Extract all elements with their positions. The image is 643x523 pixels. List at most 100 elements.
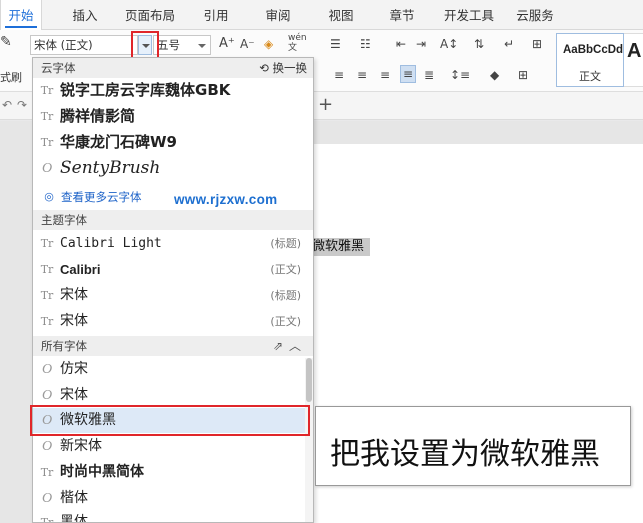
instruction-callout: 把我设置为微软雅黑 [315, 406, 631, 486]
align-left-icon[interactable]: ≡ [334, 67, 344, 83]
truetype-icon: Tr [40, 110, 54, 123]
font-item-label: 楷体 [60, 490, 88, 506]
truetype-icon: Tr [40, 84, 54, 97]
font-item-label: 时尚中黑简体 [60, 464, 144, 480]
tab-references[interactable]: 引用 [196, 0, 236, 30]
style-normal[interactable]: AaBbCcDd 正文 [556, 33, 624, 87]
font-name-combo[interactable]: 宋体 (正文) [30, 35, 138, 55]
format-painter-label: 式刷 [0, 71, 22, 84]
truetype-icon: Tr [40, 315, 54, 328]
font-item-label: 新宋体 [60, 438, 102, 454]
align-right-icon[interactable]: ≡ [380, 67, 390, 83]
truetype-icon: Tr [40, 237, 54, 250]
font-item-cloud-2[interactable]: Tr 腾祥倩影简 [33, 104, 305, 129]
font-role-tag: (正文) [270, 315, 301, 328]
font-item-theme-4[interactable]: Tr 宋体 (正文) [33, 309, 305, 334]
all-fonts-header: 所有字体 ⇗︿ [33, 336, 313, 356]
font-item-label: 宋体 [60, 287, 88, 303]
clear-format-icon[interactable]: ◈ [264, 36, 273, 52]
border-icon[interactable]: ⊞ [518, 67, 528, 83]
all-fonts-title: 所有字体 [41, 339, 87, 353]
selected-document-text[interactable]: 微软雅黑 [310, 238, 371, 256]
style-heading[interactable]: A [624, 33, 643, 87]
style-name: 正文 [579, 70, 601, 83]
style-sample: AaBbCcDd [563, 44, 624, 56]
font-role-tag: (标题) [270, 289, 301, 302]
tab-review[interactable]: 审阅 [258, 0, 298, 30]
refresh-fonts-label: 换一换 [272, 61, 308, 75]
font-item-all-5[interactable]: Tr 时尚中黑简体 [33, 460, 305, 485]
shrink-font-icon[interactable]: A⁻ [240, 36, 255, 52]
truetype-icon: Tr [40, 263, 54, 276]
table-icon[interactable]: ⊞ [532, 36, 542, 52]
opentype-icon: O [41, 161, 53, 176]
cloud-fonts-title: 云字体 [41, 61, 76, 75]
font-item-all-7[interactable]: Tr 黑体 [33, 510, 305, 523]
font-item-label: 华康龙门石碑W9 [60, 133, 177, 151]
paragraph-mark-icon[interactable]: ↵ [504, 36, 514, 52]
tab-insert[interactable]: 插入 [64, 0, 106, 30]
tab-chapter[interactable]: 章节 [382, 0, 422, 30]
selected-font-highlight [30, 405, 310, 436]
justify-icon[interactable]: ≡ [400, 65, 417, 83]
font-dropdown-panel: 云字体 ⟲ 换一换 Tr 锐字工房云字库魏体GBK Tr 腾祥倩影简 Tr 华康… [32, 57, 314, 523]
font-item-label: 腾祥倩影简 [60, 107, 136, 125]
tab-developer[interactable]: 开发工具 [440, 0, 498, 30]
font-item-label: 黑体 [60, 514, 88, 523]
collapse-section-icon[interactable]: ⇗︿ [273, 336, 307, 356]
font-item-all-6[interactable]: O 楷体 [33, 486, 305, 511]
opentype-icon: O [41, 362, 53, 377]
distributed-align-icon[interactable]: ≣ [424, 67, 434, 83]
font-item-label: Calibri [60, 262, 101, 277]
opentype-icon: O [41, 491, 53, 506]
menu-bar: 开始 插入 页面布局 引用 审阅 视图 章节 开发工具 云服务 [0, 0, 643, 31]
tab-cloud-service[interactable]: 云服务 [512, 0, 558, 30]
shading-icon[interactable]: ◆ [490, 67, 499, 83]
style-sample-heading: A [627, 40, 642, 62]
more-cloud-fonts-link[interactable]: 查看更多云字体 [61, 189, 142, 205]
new-tab-icon[interactable]: + [318, 95, 333, 115]
font-item-all-1[interactable]: O 仿宋 [33, 357, 305, 382]
font-item-label: Calibri Light [60, 236, 162, 251]
font-item-theme-3[interactable]: Tr 宋体 (标题) [33, 283, 305, 308]
font-item-cloud-3[interactable]: Tr 华康龙门石碑W9 [33, 130, 305, 155]
sort-icon[interactable]: ⇅ [474, 36, 484, 52]
pinyin-guide-icon[interactable]: wén 文 [288, 33, 307, 53]
bullet-list-icon[interactable]: ☰ [330, 36, 341, 52]
font-role-tag: (正文) [270, 263, 301, 276]
truetype-icon: Tr [40, 136, 54, 149]
font-item-label: 仿宋 [60, 361, 88, 377]
align-center-icon[interactable]: ≡ [357, 67, 367, 83]
font-size-combo[interactable]: 五号 [153, 35, 211, 55]
line-spacing-icon[interactable]: ↕≡ [450, 67, 470, 83]
font-item-all-4[interactable]: O 新宋体 [33, 434, 305, 459]
more-fonts-icon: ◎ [44, 191, 54, 203]
font-list-scroll-thumb[interactable] [306, 358, 312, 402]
truetype-icon: Tr [40, 516, 54, 523]
grow-font-icon[interactable]: A⁺ [219, 36, 235, 52]
increase-indent-icon[interactable]: ⇥ [416, 36, 426, 52]
text-direction-icon[interactable]: A↕ [440, 36, 458, 52]
callout-text: 把我设置为微软雅黑 [330, 437, 600, 472]
numbered-list-icon[interactable]: ☷ [360, 36, 371, 52]
font-role-tag: (标题) [270, 237, 301, 250]
decrease-indent-icon[interactable]: ⇤ [396, 36, 406, 52]
font-item-cloud-1[interactable]: Tr 锐字工房云字库魏体GBK [33, 78, 305, 103]
refresh-fonts-button[interactable]: ⟲ 换一换 [259, 58, 307, 78]
tab-page-layout[interactable]: 页面布局 [120, 0, 180, 30]
tab-start[interactable]: 开始 [0, 0, 42, 31]
format-painter-icon[interactable]: ✎ [0, 34, 12, 50]
truetype-icon: Tr [40, 466, 54, 479]
font-item-theme-1[interactable]: Tr Calibri Light (标题) [33, 231, 305, 256]
font-item-cloud-4[interactable]: O SentyBrush [33, 156, 305, 181]
redo-icon[interactable]: ↷ [17, 98, 27, 112]
undo-icon[interactable]: ↶ [2, 98, 12, 112]
cloud-fonts-header: 云字体 ⟲ 换一换 [33, 58, 313, 78]
watermark: www.rjzxw.com [174, 192, 278, 207]
opentype-icon: O [41, 439, 53, 454]
font-item-label: 宋体 [60, 313, 88, 329]
font-item-theme-2[interactable]: Tr Calibri (正文) [33, 257, 305, 282]
tab-view[interactable]: 视图 [321, 0, 361, 30]
font-item-label: SentyBrush [60, 158, 161, 178]
theme-fonts-header: 主题字体 [33, 210, 313, 230]
